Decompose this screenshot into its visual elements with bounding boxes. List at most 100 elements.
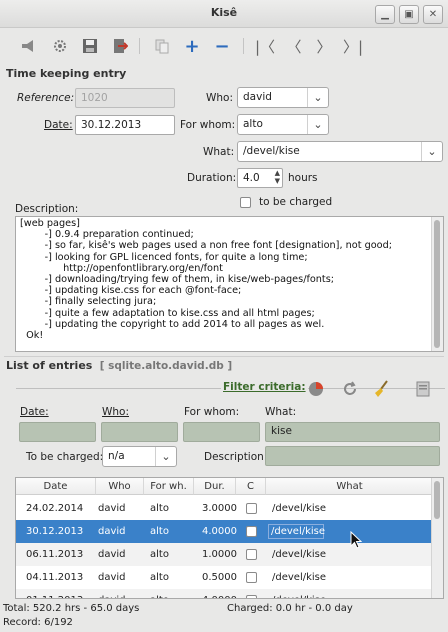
previous-icon: 〈	[286, 37, 302, 56]
toolbar-separator	[243, 38, 244, 54]
add-icon: +	[184, 35, 200, 57]
cell-date: 30.12.2013	[26, 526, 84, 537]
column-header-charged[interactable]: C	[236, 478, 266, 495]
copy-icon	[155, 39, 169, 54]
next-button[interactable]: 〉	[311, 34, 337, 58]
copy-button[interactable]	[149, 34, 175, 58]
table-scrollbar[interactable]	[431, 478, 443, 598]
add-button[interactable]: +	[179, 34, 205, 58]
to-be-charged-checkbox[interactable]	[240, 197, 251, 208]
cell-for-whom: alto	[150, 572, 169, 583]
last-button[interactable]: 〉|	[340, 34, 366, 58]
minimize-icon: ▁	[381, 9, 389, 20]
save-icon	[83, 39, 97, 53]
scrollbar-thumb[interactable]	[434, 481, 440, 519]
cell-charged-checkbox[interactable]	[246, 572, 257, 583]
spinner-arrows-icon: ▲ ▼	[274, 169, 280, 185]
tools-button[interactable]	[47, 34, 73, 58]
cell-charged-checkbox[interactable]	[246, 549, 257, 560]
cell-date: 04.11.2013	[26, 572, 84, 583]
minimize-button[interactable]: ▁	[375, 5, 395, 24]
cell-duration: 4.0000	[202, 526, 237, 537]
cell-for-whom: alto	[150, 589, 169, 598]
date-field[interactable]: 30.12.2013	[75, 115, 175, 135]
duration-value: 4.0	[243, 172, 260, 184]
status-charged: Charged: 0.0 hr - 0.0 day	[227, 603, 353, 614]
first-button[interactable]: |〈	[252, 34, 278, 58]
clear-filter-button[interactable]	[368, 377, 394, 401]
for-whom-combo[interactable]: alto ⌄	[237, 114, 329, 135]
tools-icon	[54, 40, 66, 52]
refresh-button[interactable]	[337, 377, 363, 401]
previous-button[interactable]: 〈	[281, 34, 307, 58]
column-header-duration[interactable]: Dur.	[194, 478, 236, 495]
filter-for-whom-label: For whom:	[184, 406, 240, 418]
cell-charged-checkbox[interactable]	[246, 595, 257, 598]
column-header-who[interactable]: Who	[96, 478, 144, 495]
close-button[interactable]: ✕	[423, 5, 443, 24]
cell-who: david	[98, 503, 126, 514]
cell-who: david	[98, 549, 126, 560]
cell-duration: 4.0000	[202, 589, 237, 598]
table-row[interactable]: 04.11.2013 david alto 0.5000 /devel/kise	[16, 566, 434, 589]
cell-for-whom: alto	[150, 526, 169, 537]
toolbar-separator	[139, 38, 140, 54]
column-header-for-whom[interactable]: For wh.	[144, 478, 194, 495]
what-value: /devel/kise	[243, 145, 300, 157]
toolbar: + − |〈 〈 〉 〉|	[0, 28, 448, 64]
filter-for-whom-field[interactable]	[183, 422, 260, 442]
table-row[interactable]: 01.11.2013 david alto 4.0000 /devel/kise	[16, 589, 434, 598]
description-text: [web pages] -] 0.9.4 preparation continu…	[20, 218, 392, 342]
reference-label: Reference:	[17, 92, 75, 104]
cell-date: 01.11.2013	[26, 589, 83, 598]
filter-to-be-charged-combo[interactable]: n/a ⌄	[102, 446, 177, 467]
quit-button[interactable]	[107, 34, 133, 58]
who-label: Who:	[206, 92, 233, 104]
filter-what-field[interactable]: kise	[265, 422, 440, 442]
title-bar: Kisê ▁ ▣ ✕	[0, 0, 448, 28]
refresh-icon	[344, 381, 356, 395]
who-combo[interactable]: david ⌄	[237, 87, 329, 108]
save-button[interactable]	[77, 34, 103, 58]
cell-duration: 3.0000	[202, 503, 237, 514]
cell-what-editor[interactable]: /devel/kise	[268, 524, 325, 539]
filter-date-field[interactable]	[19, 422, 96, 442]
section-title-entry: Time keeping entry	[6, 67, 127, 80]
remove-icon: −	[214, 35, 230, 57]
cell-date: 06.11.2013	[26, 549, 84, 560]
import-button[interactable]	[16, 34, 42, 58]
table-row[interactable]: 24.02.2014 david alto 3.0000 /devel/kise	[16, 497, 434, 520]
column-header-what[interactable]: What	[266, 478, 434, 495]
remove-button[interactable]: −	[209, 34, 235, 58]
table-row-selected[interactable]: 30.12.2013 david alto 4.0000 /devel/kise	[16, 520, 434, 543]
cell-charged-checkbox[interactable]	[246, 526, 257, 537]
cell-charged-checkbox[interactable]	[246, 503, 257, 514]
filter-criteria-label: Filter criteria:	[221, 381, 308, 393]
cell-what: /devel/kise	[272, 503, 327, 514]
cell-for-whom: alto	[150, 503, 169, 514]
filter-who-field[interactable]	[101, 422, 178, 442]
filter-to-be-charged-label: To be charged:	[26, 451, 104, 463]
scrollbar-thumb[interactable]	[434, 220, 440, 348]
column-header-date[interactable]: Date	[16, 478, 96, 495]
entries-table[interactable]: Date Who For wh. Dur. C What 24.02.2014 …	[15, 477, 444, 599]
chevron-down-icon: ⌄	[421, 142, 442, 161]
duration-spinner[interactable]: 4.0 ▲ ▼	[237, 168, 283, 188]
cell-what: /devel/kise	[272, 589, 326, 598]
print-button[interactable]	[410, 377, 436, 401]
cell-who: david	[98, 526, 126, 537]
graph-button[interactable]	[303, 377, 329, 401]
divider	[4, 356, 444, 357]
filter-description-field[interactable]	[265, 446, 440, 466]
reference-field[interactable]: 1020	[75, 88, 175, 108]
description-scrollbar[interactable]	[431, 217, 443, 351]
table-row[interactable]: 06.11.2013 david alto 1.0000 /devel/kise	[16, 543, 434, 566]
last-icon: 〉|	[342, 37, 364, 56]
what-combo[interactable]: /devel/kise ⌄	[237, 141, 443, 162]
chevron-down-icon: ⌄	[155, 447, 176, 466]
to-be-charged-label: to be charged	[259, 196, 333, 208]
maximize-button[interactable]: ▣	[399, 5, 419, 24]
chevron-down-icon: ⌄	[307, 88, 328, 107]
description-textarea[interactable]: [web pages] -] 0.9.4 preparation continu…	[15, 216, 444, 352]
duration-unit: hours	[288, 172, 318, 184]
